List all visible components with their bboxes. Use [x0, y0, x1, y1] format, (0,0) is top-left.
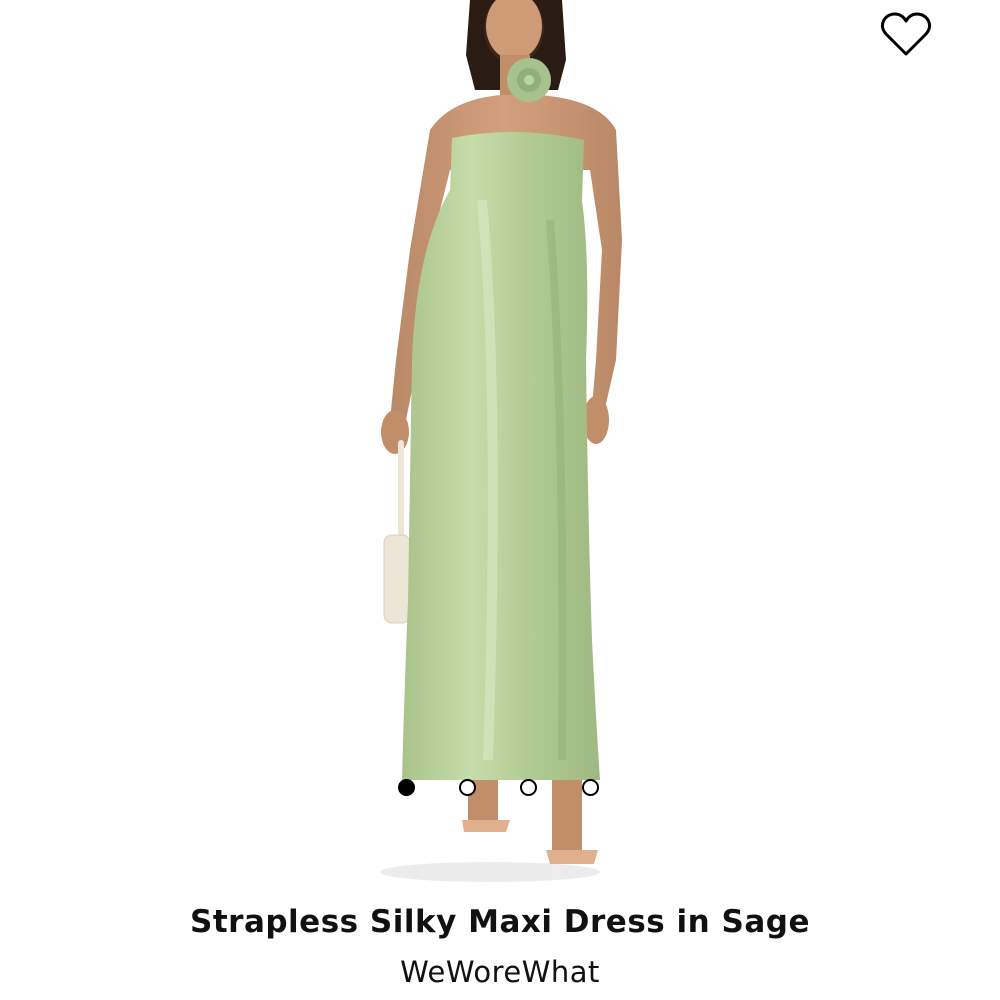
carousel-dot-4[interactable] — [582, 779, 599, 796]
image-carousel-dots — [398, 779, 608, 801]
heart-outline-icon — [880, 12, 932, 56]
carousel-dot-3[interactable] — [520, 779, 537, 796]
product-brand[interactable]: WeWoreWhat — [0, 955, 1000, 989]
product-image[interactable] — [300, 0, 700, 890]
carousel-dot-2[interactable] — [459, 779, 476, 796]
product-title: Strapless Silky Maxi Dress in Sage — [190, 904, 810, 940]
wishlist-button[interactable] — [878, 10, 934, 60]
product-detail-page: Strapless Silky Maxi Dress in Sage WeWor… — [0, 0, 1000, 1000]
carousel-dot-1[interactable] — [398, 779, 415, 796]
